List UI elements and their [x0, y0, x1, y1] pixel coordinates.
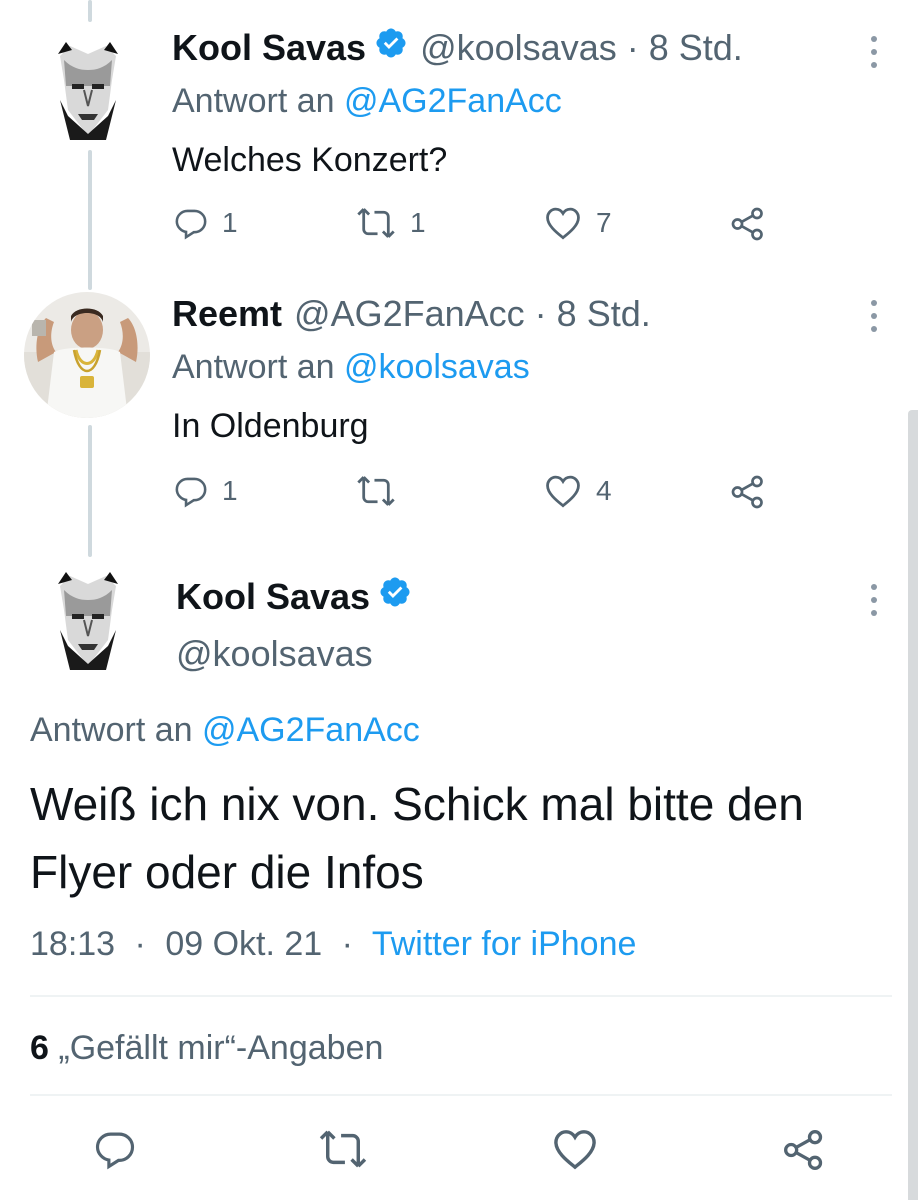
reply-to-mention[interactable]: @AG2FanAcc [344, 82, 562, 120]
reply-to-line: Antwort an @koolsavas [172, 346, 530, 388]
author-handle[interactable]: @koolsavas [176, 632, 373, 676]
separator-dot: · [626, 27, 639, 68]
tweet-time[interactable]: 18:13 [30, 925, 115, 963]
reply-to-line: Antwort an @AG2FanAcc [30, 708, 420, 752]
reply-to-mention[interactable]: @AG2FanAcc [202, 711, 420, 749]
retweet-count: 1 [410, 207, 426, 238]
main-tweet-text: Weiß ich nix von. Schick mal bitte den F… [30, 778, 804, 898]
author-handle[interactable]: @koolsavas [420, 26, 617, 70]
tweet-1-header: Kool Savas @koolsavas · 8 Std. [172, 26, 743, 70]
divider [30, 995, 892, 997]
like-count: 4 [596, 475, 612, 506]
like-count: 7 [596, 207, 612, 238]
like-button[interactable]: 7 [544, 206, 612, 240]
like-icon [546, 207, 580, 240]
author-name[interactable]: Kool Savas [176, 575, 370, 619]
reply-icon [95, 1132, 135, 1170]
divider [30, 1094, 892, 1096]
tweet-time[interactable]: 8 Std. [557, 292, 651, 336]
author-handle[interactable]: @AG2FanAcc [294, 292, 525, 336]
retweet-button[interactable] [318, 1128, 368, 1170]
tweet-date[interactable]: 09 Okt. 21 [165, 925, 322, 963]
tweet-timestamp-line: 18:13 · 09 Okt. 21 · Twitter for iPhone [30, 922, 636, 966]
reply-button[interactable]: 1 [174, 206, 238, 240]
main-tweet-handle-row: @koolsavas [176, 632, 373, 676]
avatar-reemt[interactable] [24, 292, 150, 418]
share-icon [731, 475, 763, 509]
more-icon[interactable] [862, 580, 886, 620]
like-icon [546, 475, 580, 508]
reply-prefix: Antwort an [172, 348, 335, 386]
tweet-text: Welches Konzert? [172, 141, 448, 179]
more-icon[interactable] [862, 296, 886, 336]
share-button[interactable] [730, 206, 766, 242]
reply-icon [175, 209, 207, 240]
like-button[interactable]: 4 [544, 474, 612, 508]
separator-dot: · [341, 925, 353, 963]
retweet-icon [319, 1130, 367, 1168]
tweet-text: In Oldenburg [172, 407, 369, 445]
retweet-button[interactable]: 1 [356, 206, 426, 240]
scrollbar[interactable] [908, 410, 918, 1200]
avatar-koolsavas-main[interactable] [50, 570, 126, 670]
tweet-2-header: Reemt @AG2FanAcc · 8 Std. [172, 292, 651, 336]
thread-line-2 [88, 425, 92, 557]
reply-prefix: Antwort an [30, 711, 193, 749]
share-button[interactable] [730, 474, 766, 510]
share-button[interactable] [782, 1128, 826, 1172]
reply-icon [175, 477, 207, 508]
main-tweet-header: Kool Savas [176, 575, 424, 619]
author-name[interactable]: Kool Savas [172, 26, 366, 70]
reply-to-mention[interactable]: @koolsavas [344, 348, 530, 386]
like-button[interactable] [552, 1128, 598, 1170]
tweet-time[interactable]: 8 Std. [649, 26, 743, 70]
verified-badge-icon [374, 26, 408, 70]
verified-badge-icon [378, 575, 412, 619]
avatar-koolsavas[interactable] [50, 40, 126, 140]
tweet-thread: Kool Savas @koolsavas · 8 Std. Antwort a… [0, 0, 918, 1200]
like-icon [554, 1130, 596, 1170]
likes-summary[interactable]: 6 „Gefällt mir“-Angaben [30, 1026, 383, 1070]
share-icon [784, 1130, 823, 1170]
reply-to-line: Antwort an @AG2FanAcc [172, 80, 562, 122]
reply-button[interactable]: 1 [174, 474, 238, 508]
thread-line-top [88, 0, 92, 22]
reply-prefix: Antwort an [172, 82, 335, 120]
author-name[interactable]: Reemt [172, 292, 282, 336]
separator-dot: · [534, 293, 547, 334]
thread-line-1 [88, 150, 92, 290]
more-icon[interactable] [862, 32, 886, 72]
reply-count: 1 [222, 207, 238, 238]
retweet-icon [357, 208, 395, 238]
retweet-icon [357, 476, 395, 506]
retweet-button[interactable] [356, 474, 410, 508]
likes-label: „Gefällt mir“-Angaben [58, 1029, 384, 1067]
likes-count: 6 [30, 1029, 49, 1067]
separator-dot: · [134, 925, 146, 963]
reply-button[interactable] [94, 1128, 136, 1170]
share-icon [731, 207, 763, 241]
reply-count: 1 [222, 475, 238, 506]
tweet-source[interactable]: Twitter for iPhone [372, 925, 637, 963]
